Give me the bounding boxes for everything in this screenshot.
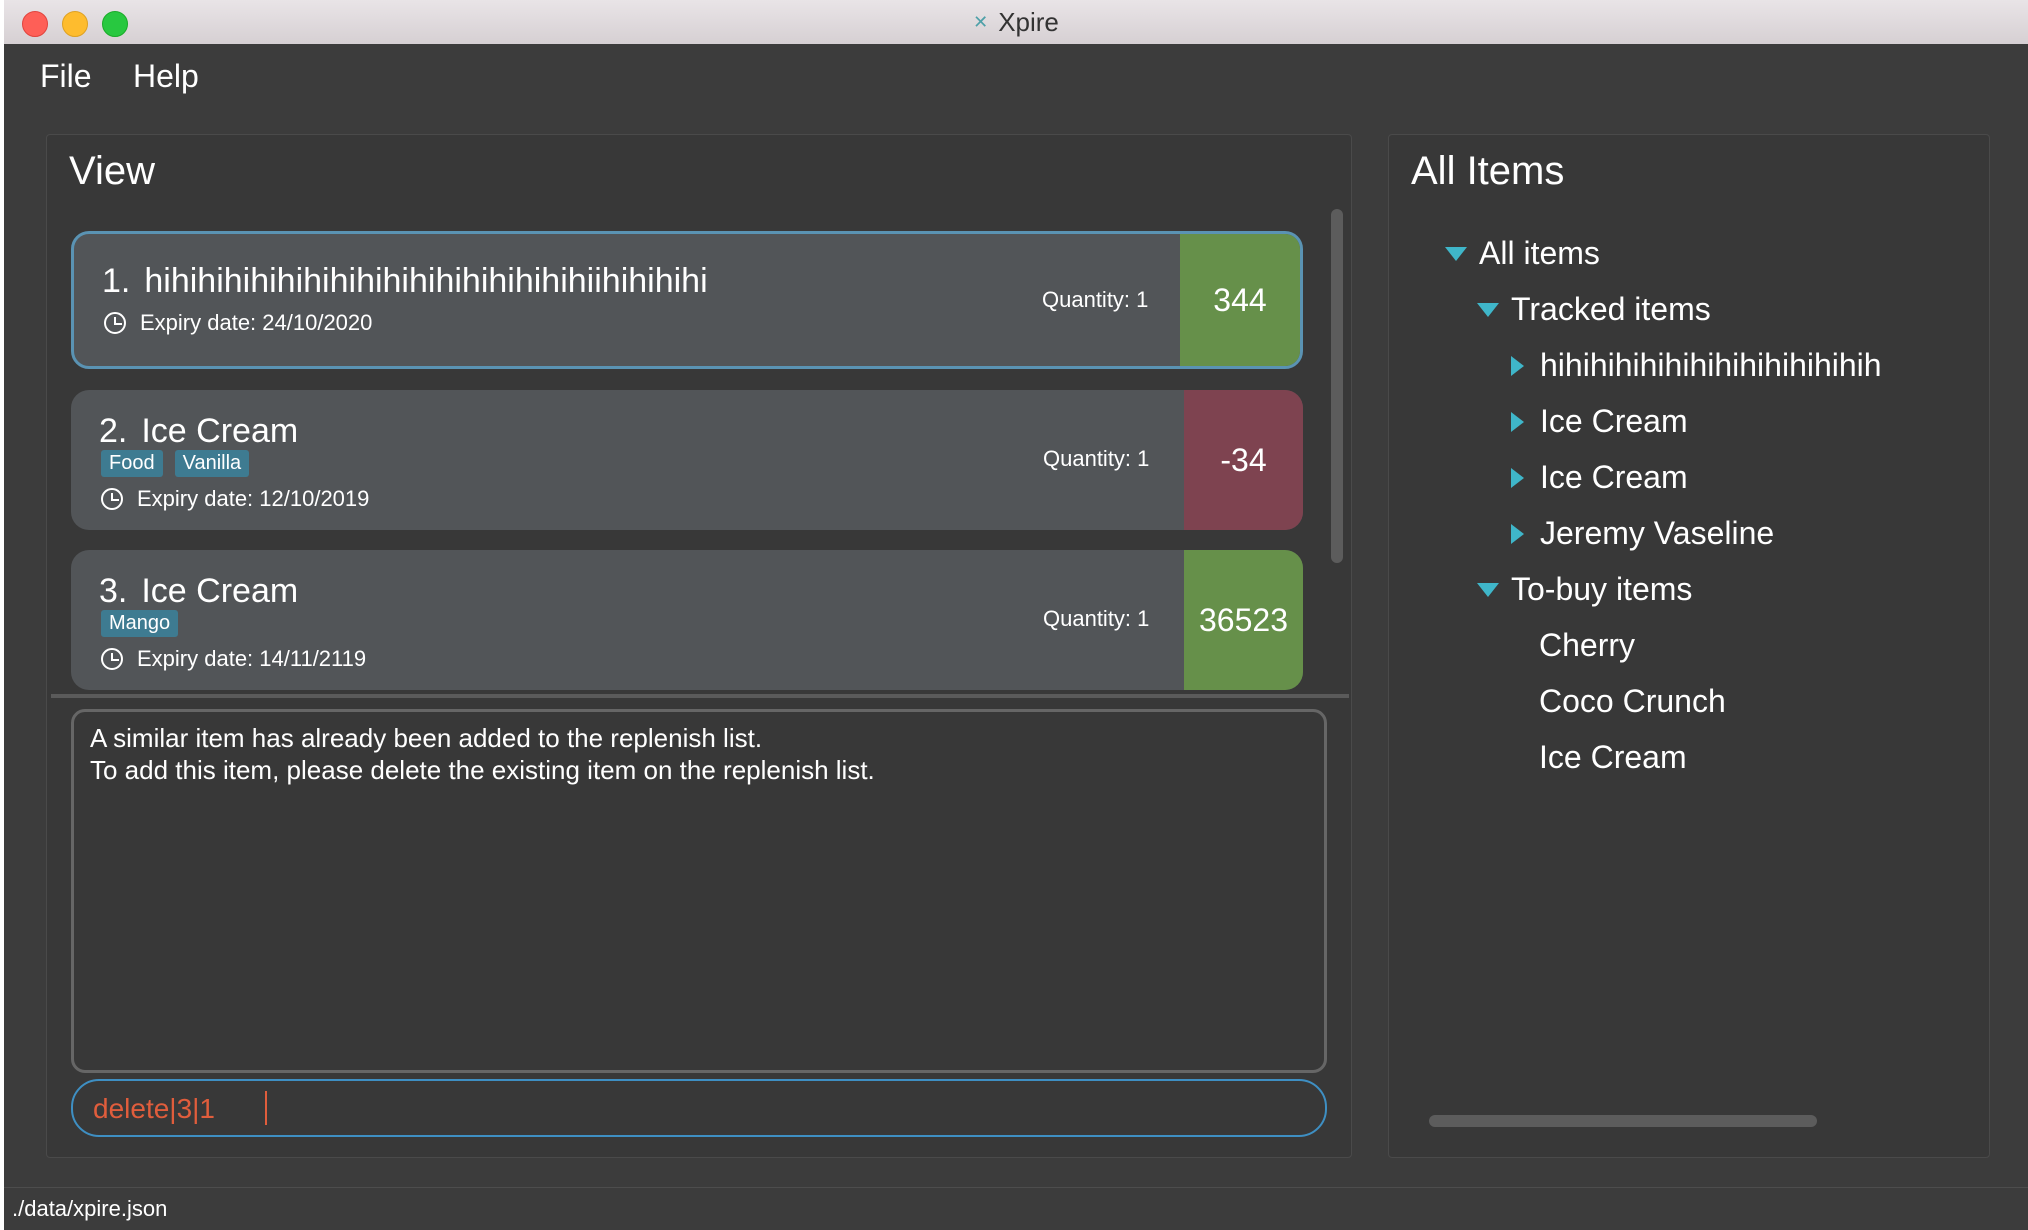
collapse-arrow-icon[interactable] <box>1511 523 1524 544</box>
collapse-arrow-icon[interactable] <box>1511 411 1524 432</box>
clock-icon <box>104 312 126 334</box>
item-tags: Food Vanilla <box>101 450 250 477</box>
command-box[interactable]: delete|3|1 <box>71 1079 1327 1137</box>
tree-tracked-item[interactable]: Jeremy Vaseline <box>1511 515 1774 552</box>
tree-tobuy-items[interactable]: To-buy items <box>1477 571 1692 608</box>
result-line-1: A similar item has already been added to… <box>90 723 763 753</box>
item-quantity: Quantity: 1 <box>1043 446 1150 471</box>
item-card-1[interactable]: 1. hihihihihihihihihihihihihihihihihiihih… <box>71 231 1303 369</box>
tree-tracked-item[interactable]: Ice Cream <box>1511 403 1688 440</box>
app-icon: ✕ <box>973 11 989 32</box>
tree-tobuy-item[interactable]: Cherry <box>1539 627 1635 664</box>
tree-tracked-item[interactable]: Ice Cream <box>1511 459 1688 496</box>
item-expiry: Expiry date: 24/10/2020 <box>104 310 372 336</box>
view-panel: View 1. hihihihihihihihihihihihihihihihih… <box>46 134 1352 1158</box>
item-name: hihihihihihihihihihihihihihihihihiihihih… <box>144 262 708 300</box>
menu-bar: File Help <box>4 44 2028 104</box>
collapse-arrow-icon[interactable] <box>1511 355 1524 376</box>
tree-tracked-items[interactable]: Tracked items <box>1477 291 1711 328</box>
item-card-3[interactable]: 3. Ice Cream Mango Expiry date: 14/11/211… <box>71 550 1303 690</box>
days-left-badge: 36523 <box>1184 550 1303 690</box>
tree-all-items[interactable]: All items <box>1445 235 1600 272</box>
result-display: A similar item has already been added to… <box>71 709 1327 1073</box>
item-tags: Mango <box>101 610 179 637</box>
clock-icon <box>101 648 123 670</box>
item-card-2[interactable]: 2. Ice Cream Food Vanilla Expiry date: 12… <box>71 390 1303 530</box>
view-divider[interactable] <box>51 694 1349 698</box>
tag-vanilla: Vanilla <box>174 450 250 477</box>
expiry-text: Expiry date: 24/10/2020 <box>140 310 373 335</box>
item-expiry: Expiry date: 14/11/2119 <box>101 646 366 672</box>
clock-icon <box>101 488 123 510</box>
expiry-text: Expiry date: 14/11/2119 <box>137 646 367 671</box>
tree-horizontal-scrollbar[interactable] <box>1429 1115 1817 1127</box>
tree-tracked-item[interactable]: hihihihihihihihihihihihihih <box>1511 347 1882 384</box>
all-items-title: All Items <box>1411 149 1565 193</box>
expiry-text: Expiry date: 12/10/2019 <box>137 486 370 511</box>
tree-tobuy-item[interactable]: Ice Cream <box>1539 739 1687 776</box>
item-name: Ice Cream <box>141 572 299 610</box>
window-title: Xpire <box>998 6 1059 37</box>
command-input[interactable]: delete|3|1 <box>93 1093 215 1125</box>
app-window: ✕ Xpire File Help View 1. hihihihihihihih… <box>4 0 2028 1230</box>
tag-mango: Mango <box>101 610 179 637</box>
item-title: 3. Ice Cream <box>99 572 298 611</box>
item-number: 1. <box>102 262 131 300</box>
all-items-panel: All Items All items Tracked items hihihi… <box>1388 134 1990 1158</box>
days-left-badge: -34 <box>1184 390 1303 530</box>
save-location: ./data/xpire.json <box>12 1196 168 1221</box>
item-title: 1. hihihihihihihihihihihihihihihihihiihih… <box>102 262 708 301</box>
result-line-2: To add this item, please delete the exis… <box>90 755 875 785</box>
item-quantity: Quantity: 1 <box>1043 606 1150 631</box>
view-scrollbar[interactable] <box>1331 209 1343 563</box>
days-left-badge: 344 <box>1180 234 1300 366</box>
expand-arrow-icon[interactable] <box>1477 582 1499 597</box>
item-name: Ice Cream <box>141 412 299 450</box>
text-caret <box>265 1091 267 1125</box>
view-title: View <box>69 149 155 193</box>
item-title: 2. Ice Cream <box>99 412 298 451</box>
item-expiry: Expiry date: 12/10/2019 <box>101 486 369 512</box>
collapse-arrow-icon[interactable] <box>1511 467 1524 488</box>
tag-food: Food <box>101 450 163 477</box>
expand-arrow-icon[interactable] <box>1477 302 1499 317</box>
item-quantity: Quantity: 1 <box>1042 287 1149 312</box>
item-number: 2. <box>99 412 128 450</box>
expand-arrow-icon[interactable] <box>1445 246 1467 261</box>
item-number: 3. <box>99 572 128 610</box>
menu-help[interactable]: Help <box>133 58 199 95</box>
menu-file[interactable]: File <box>40 58 92 95</box>
tree-tobuy-item[interactable]: Coco Crunch <box>1539 683 1726 720</box>
status-bar: ./data/xpire.json <box>4 1187 2028 1230</box>
title-bar: ✕ Xpire <box>4 0 2028 45</box>
